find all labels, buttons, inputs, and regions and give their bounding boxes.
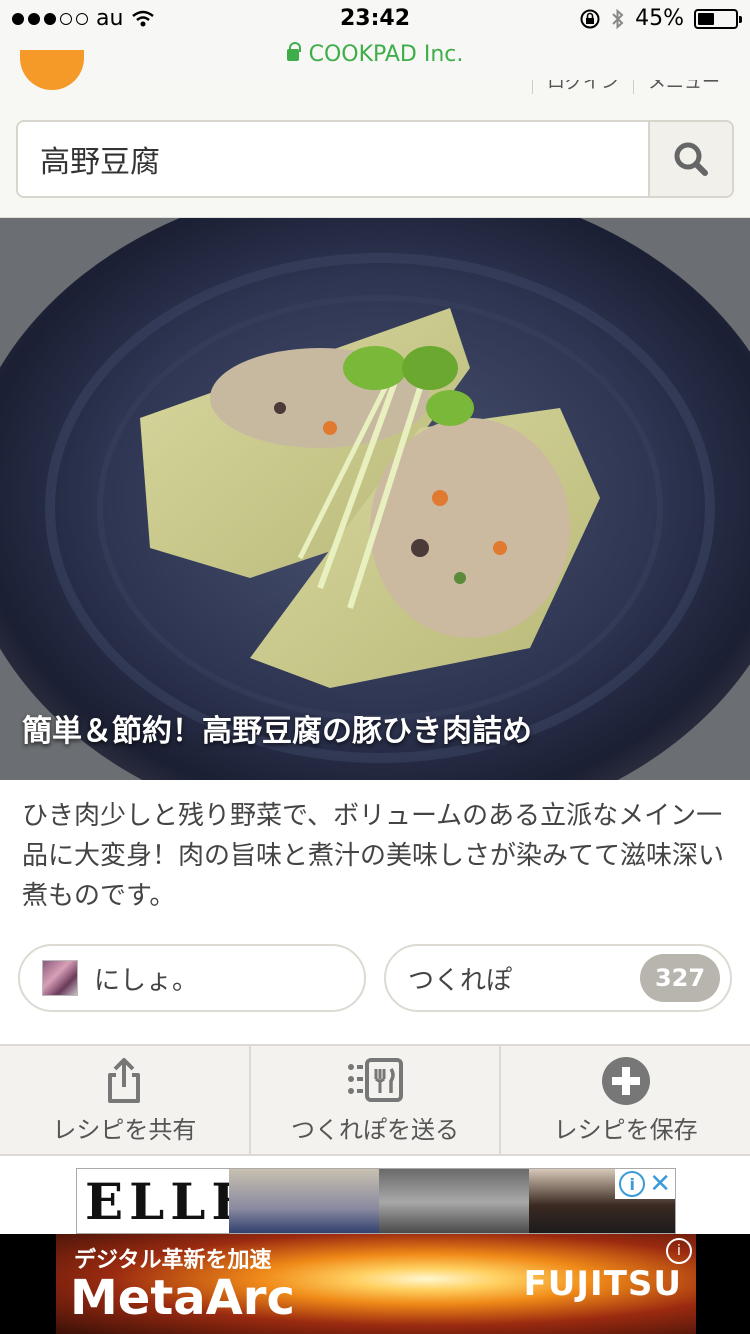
search-box: [16, 120, 734, 198]
status-bar: au 23:42 45% COOKPAD Inc.: [0, 0, 750, 80]
ad-info-icon[interactable]: i: [619, 1171, 646, 1197]
tsukurepo-count-badge: 327: [640, 954, 720, 1002]
ad-info-icon[interactable]: i: [666, 1238, 692, 1264]
recipe-title: 簡単＆節約！高野豆腐の豚ひき肉詰め: [22, 714, 532, 749]
add-icon: [601, 1056, 650, 1105]
ad-photo: [229, 1169, 379, 1233]
ad-photo: [379, 1169, 529, 1233]
rotation-lock-icon: [580, 9, 600, 28]
bottom-ad-area: デジタル革新を加速 MetaArc FUJITSU i: [0, 1234, 750, 1334]
url-bar[interactable]: COOKPAD Inc.: [0, 42, 750, 67]
login-link[interactable]: ログイン: [532, 80, 633, 94]
fujitsu-ad-banner[interactable]: デジタル革新を加速 MetaArc FUJITSU i: [56, 1234, 696, 1334]
send-tsukurepo-icon: [348, 1057, 403, 1102]
battery-icon: [694, 8, 742, 29]
tsukurepo-label: つくれぽ: [408, 965, 513, 996]
lock-icon: [286, 42, 301, 61]
save-recipe-label: レシピを保存: [553, 1115, 698, 1144]
bluetooth-icon: [612, 8, 624, 29]
ad-choices: i ✕: [615, 1169, 675, 1199]
share-recipe-button[interactable]: レシピを共有: [0, 1046, 251, 1154]
ad-headline: MetaArc: [70, 1270, 295, 1326]
ad-close-icon[interactable]: ✕: [649, 1171, 671, 1197]
recipe-description: ひき肉少しと残り野菜で、ボリュームのある立派なメイン一品に大変身！肉の旨味と煮汁…: [22, 801, 725, 911]
tsukurepo-button[interactable]: つくれぽ 327: [384, 944, 732, 1012]
search-button[interactable]: [648, 122, 732, 196]
author-avatar: [42, 960, 78, 996]
url-text: COOKPAD Inc.: [308, 42, 464, 67]
author-button[interactable]: にしょ。: [18, 944, 366, 1012]
search-icon: [674, 142, 708, 176]
recipe-action-bar: レシピを共有 つくれぽを送る レシピを保存: [0, 1044, 750, 1156]
site-header: ログイン メニュー: [0, 50, 750, 218]
header-nav: ログイン メニュー: [532, 80, 734, 94]
save-recipe-button[interactable]: レシピを保存: [501, 1046, 750, 1154]
elle-logo: ELLE: [77, 1169, 250, 1233]
share-icon: [108, 1057, 141, 1103]
elle-ad-banner[interactable]: ELLE i ✕: [76, 1168, 676, 1234]
author-name: にしょ。: [94, 965, 199, 996]
ad-brand-logo: FUJITSU: [523, 1264, 682, 1304]
search-input[interactable]: [18, 122, 650, 196]
menu-link[interactable]: メニュー: [633, 80, 734, 94]
cookpad-logo[interactable]: [20, 50, 84, 90]
share-recipe-label: レシピを共有: [52, 1115, 197, 1144]
send-tsukurepo-label: つくれぽを送る: [291, 1115, 459, 1144]
recipe-photo[interactable]: 簡単＆節約！高野豆腐の豚ひき肉詰め: [0, 218, 750, 780]
battery-percent: 45%: [635, 6, 684, 31]
recipe-photo-image: [0, 218, 750, 780]
send-tsukurepo-button[interactable]: つくれぽを送る: [251, 1046, 502, 1154]
